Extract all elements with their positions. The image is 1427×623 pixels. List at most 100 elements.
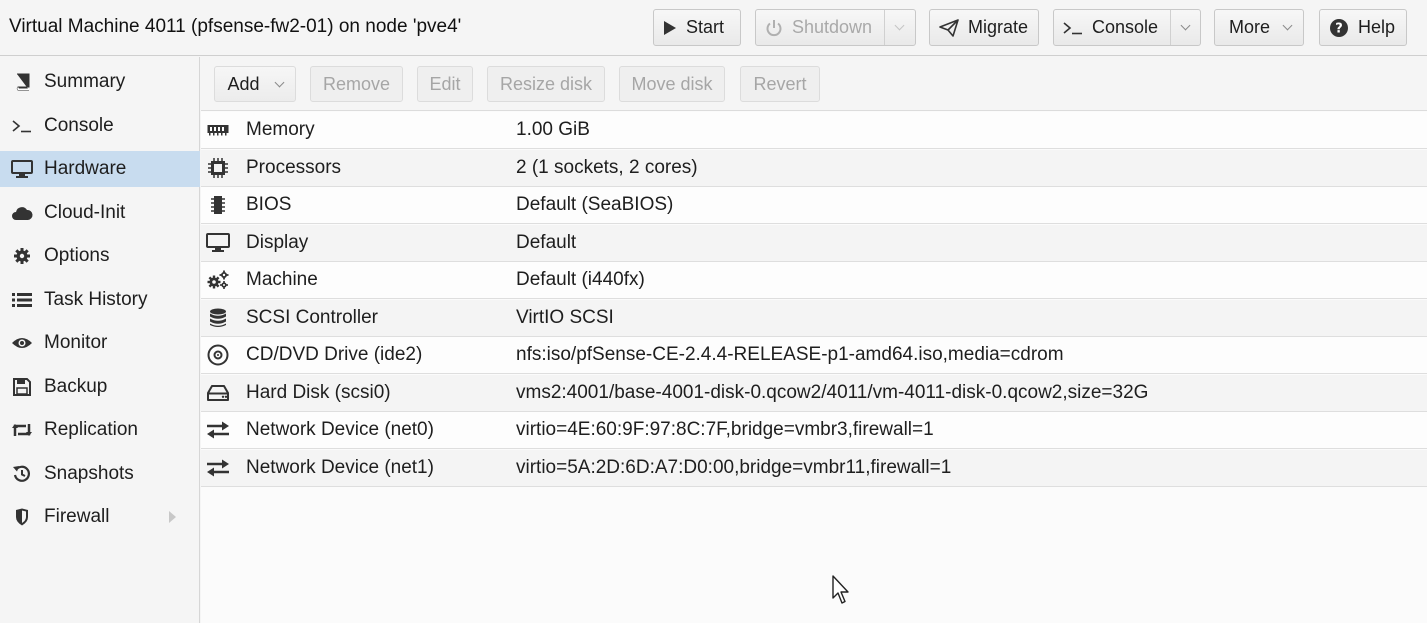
shutdown-dropdown-toggle[interactable] <box>884 10 914 45</box>
resize-disk-button-label: Resize disk <box>499 73 593 94</box>
migrate-button-label: Migrate <box>968 17 1029 37</box>
sidebar-item-summary[interactable]: Summary <box>0 64 200 100</box>
hardware-toolbar: Add Remove Edit Resize disk Move disk Re… <box>201 57 1427 111</box>
sidebar-item-label: Backup <box>44 376 108 397</box>
memory-icon <box>205 124 231 136</box>
sidebar-item-label: Summary <box>44 71 126 92</box>
hardware-row-memory[interactable]: Memory 1.00 GiB <box>201 112 1427 149</box>
add-button[interactable]: Add <box>214 66 296 102</box>
sidebar-item-options[interactable]: Options <box>0 238 200 274</box>
sidebar-item-cloud-init[interactable]: Cloud-Init <box>0 195 200 231</box>
svg-text:?: ? <box>1335 21 1343 36</box>
retweet-icon <box>10 422 34 438</box>
sidebar-item-backup[interactable]: Backup <box>0 369 200 405</box>
hardware-row-machine[interactable]: Machine Default (i440fx) <box>201 262 1427 299</box>
hardware-name: Network Device (net1) <box>246 457 434 478</box>
sidebar-item-monitor[interactable]: Monitor <box>0 325 200 361</box>
microchip-icon <box>205 195 231 215</box>
start-button[interactable]: Start <box>653 9 741 46</box>
hardware-name: Processors <box>246 157 342 178</box>
edit-button[interactable]: Edit <box>417 66 473 102</box>
move-disk-button[interactable]: Move disk <box>619 66 725 102</box>
move-disk-button-label: Move disk <box>631 73 713 94</box>
chevron-down-icon <box>274 77 284 87</box>
mouse-cursor-icon <box>832 575 852 611</box>
hardware-value: 1.00 GiB <box>516 119 590 140</box>
hardware-row-processors[interactable]: Processors 2 (1 sockets, 2 cores) <box>201 150 1427 187</box>
hardware-name: Hard Disk (scsi0) <box>246 382 391 403</box>
hardware-name: Network Device (net0) <box>246 419 434 440</box>
eye-icon <box>10 336 34 350</box>
power-icon <box>765 19 783 37</box>
console-button-label: Console <box>1092 17 1159 37</box>
shield-icon <box>10 508 34 526</box>
shutdown-button-label: Shutdown <box>792 17 873 37</box>
resize-disk-button[interactable]: Resize disk <box>487 66 605 102</box>
cpu-icon <box>205 158 231 178</box>
edit-button-label: Edit <box>429 73 461 94</box>
hardware-row-cd-dvd-drive[interactable]: CD/DVD Drive (ide2) nfs:iso/pfSense-CE-2… <box>201 337 1427 374</box>
hardware-name: CD/DVD Drive (ide2) <box>246 344 423 365</box>
remove-button[interactable]: Remove <box>310 66 403 102</box>
hardware-value: virtio=5A:2D:6D:A7:D0:00,bridge=vmbr11,f… <box>516 457 952 478</box>
page-header: Virtual Machine 4011 (pfsense-fw2-01) on… <box>0 0 1427 56</box>
hardware-row-network-net0[interactable]: Network Device (net0) virtio=4E:60:9F:97… <box>201 412 1427 449</box>
terminal-icon <box>1063 21 1083 35</box>
more-button[interactable]: More <box>1214 9 1304 46</box>
remove-button-label: Remove <box>322 73 391 94</box>
hardware-row-scsi-controller[interactable]: SCSI Controller VirtIO SCSI <box>201 300 1427 337</box>
hardware-row-display[interactable]: Display Default <box>201 225 1427 262</box>
hardware-name: BIOS <box>246 194 292 215</box>
hardware-row-hard-disk[interactable]: Hard Disk (scsi0) vms2:4001/base-4001-di… <box>201 375 1427 412</box>
paper-plane-icon <box>939 18 959 37</box>
hardware-panel: Add Remove Edit Resize disk Move disk Re… <box>201 57 1427 623</box>
page-title: Virtual Machine 4011 (pfsense-fw2-01) on… <box>9 16 462 37</box>
sidebar-item-console[interactable]: Console <box>0 108 200 144</box>
question-circle-icon: ? <box>1329 18 1349 38</box>
expand-arrow-icon[interactable] <box>169 511 176 523</box>
hardware-row-network-net1[interactable]: Network Device (net1) virtio=5A:2D:6D:A7… <box>201 450 1427 487</box>
hardware-row-bios[interactable]: BIOS Default (SeaBIOS) <box>201 187 1427 224</box>
exchange-icon <box>205 421 231 439</box>
terminal-icon <box>10 119 34 133</box>
hardware-name: SCSI Controller <box>246 307 378 328</box>
chevron-down-icon <box>1282 20 1293 31</box>
console-dropdown-toggle[interactable] <box>1170 10 1200 45</box>
sidebar-item-task-history[interactable]: Task History <box>0 282 200 318</box>
sidebar-item-label: Monitor <box>44 332 108 353</box>
play-icon <box>663 20 677 36</box>
sidebar: Summary Console Hardware Cloud-Init Opti… <box>0 57 200 623</box>
sidebar-item-label: Task History <box>44 289 148 310</box>
database-icon <box>205 308 231 328</box>
hardware-value: Default (SeaBIOS) <box>516 194 674 215</box>
sidebar-item-label: Snapshots <box>44 463 134 484</box>
shutdown-button[interactable]: Shutdown <box>755 9 916 46</box>
desktop-icon <box>10 160 34 178</box>
exchange-icon <box>205 459 231 477</box>
history-icon <box>10 465 34 483</box>
sidebar-item-label: Console <box>44 115 114 136</box>
sidebar-item-hardware[interactable]: Hardware <box>0 151 200 187</box>
hardware-value: 2 (1 sockets, 2 cores) <box>516 157 698 178</box>
chevron-down-icon <box>1180 20 1191 31</box>
book-icon <box>10 73 34 91</box>
migrate-button[interactable]: Migrate <box>929 9 1039 46</box>
hardware-name: Memory <box>246 119 315 140</box>
sidebar-item-label: Options <box>44 245 110 266</box>
hardware-name: Display <box>246 232 309 253</box>
console-button[interactable]: Console <box>1053 9 1201 46</box>
help-button[interactable]: ? Help <box>1319 9 1407 46</box>
hdd-icon <box>205 385 231 401</box>
more-button-label: More <box>1229 17 1271 37</box>
gear-icon <box>10 247 34 265</box>
sidebar-item-snapshots[interactable]: Snapshots <box>0 456 200 492</box>
sidebar-item-firewall[interactable]: Firewall <box>0 499 200 535</box>
hardware-name: Machine <box>246 269 318 290</box>
hardware-value: VirtIO SCSI <box>516 307 614 328</box>
hardware-value: nfs:iso/pfSense-CE-2.4.4-RELEASE-p1-amd6… <box>516 344 1064 365</box>
desktop-icon <box>205 233 231 253</box>
sidebar-item-label: Hardware <box>44 158 127 179</box>
sidebar-item-replication[interactable]: Replication <box>0 412 200 448</box>
help-button-label: Help <box>1358 17 1396 37</box>
revert-button[interactable]: Revert <box>740 66 820 102</box>
